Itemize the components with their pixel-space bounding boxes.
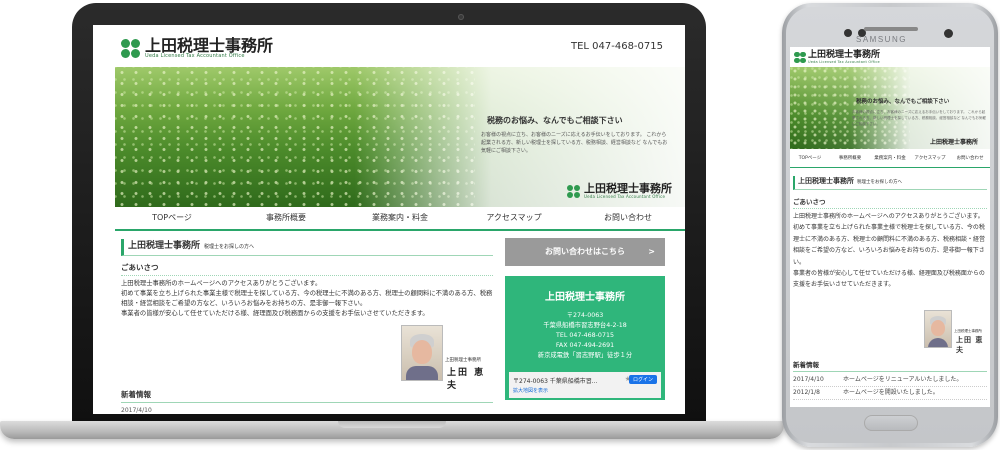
nav-item-top[interactable]: TOPページ bbox=[790, 151, 830, 167]
front-camera-icon bbox=[944, 29, 953, 38]
office-address: 千葉県船橋市習志野台4-2-18 bbox=[543, 322, 627, 329]
greeting-paragraph: 上田税理士事務所のホームページへのアクセスありがとうございます。 bbox=[121, 280, 322, 287]
sensor-icon bbox=[844, 29, 852, 37]
section-title: 上田税理士事務所 税理士をお探しの方へ bbox=[793, 176, 987, 190]
director-signature: 上田税理士事務所 上田 恵夫 bbox=[401, 325, 493, 391]
news-text[interactable]: ホームページを開設いたしました。 bbox=[843, 389, 939, 396]
nav-item-services[interactable]: 業務案内・料金 bbox=[343, 207, 457, 229]
logo-name: 上田税理士事務所 bbox=[145, 36, 274, 55]
clover-logo-icon bbox=[567, 184, 581, 199]
office-postal: 〒274-0063 bbox=[566, 312, 604, 319]
nav-item-office[interactable]: 事務所概要 bbox=[229, 207, 343, 229]
map-login-button[interactable]: ログイン bbox=[628, 375, 657, 384]
phone-nav: TOPページ 事務所概要 業務案内・料金 アクセスマップ お問い合わせ bbox=[790, 151, 990, 168]
phone-brand: SAMSUNG bbox=[856, 35, 907, 44]
director-signature: 上田税理士事務所 上田 恵夫 bbox=[924, 310, 988, 354]
director-photo bbox=[401, 325, 443, 381]
map-address: 〒274-0063 千葉県船橋市習... bbox=[513, 378, 598, 385]
contact-button[interactable]: お問い合わせはこちら > bbox=[505, 238, 665, 266]
office-info-box: 上田税理士事務所 〒274-0063 千葉県船橋市習志野台4-2-18 TEL … bbox=[505, 276, 665, 400]
hero-logo: 上田税理士事務所 Ueda Licensed Tax Accountant Of… bbox=[567, 183, 672, 200]
news-heading: 新着情報 bbox=[121, 389, 493, 403]
greeting-heading: ごあいさつ bbox=[121, 262, 493, 276]
news-text[interactable]: ホームページをリニューアルいたしました。 bbox=[843, 376, 962, 383]
nav-item-access[interactable]: アクセスマップ bbox=[910, 151, 950, 167]
phone-hero: 税務のお悩み、なんでもご相談下さい お客様の視点に立ち、お客様のニーズに応えるお… bbox=[790, 67, 990, 149]
phone-hero-body: お客様の視点に立ち、お客様のニーズに応えるお手伝いをしております。 これから起業… bbox=[852, 110, 986, 126]
news-heading: 新着情報 bbox=[793, 359, 987, 372]
sidebar: お問い合わせはこちら > 上田税理士事務所 〒274-0063 千葉県船橋市習志… bbox=[505, 238, 665, 400]
speaker-slot bbox=[864, 27, 918, 31]
site-logo[interactable]: 上田税理士事務所 Ueda Licensed Tax Accountant Of… bbox=[121, 38, 273, 59]
nav-item-access[interactable]: アクセスマップ bbox=[457, 207, 571, 229]
greeting-paragraph: 初めて事業を立ち上げられた事業主様で税理士を探している方、今の税理士に不満のある… bbox=[121, 290, 493, 307]
signature-role: 上田税理士事務所 bbox=[445, 358, 481, 363]
home-button[interactable] bbox=[864, 415, 918, 431]
main-content: 上田税理士事務所 税理士をお探しの方へ ごあいさつ 上田税理士事務所のホームページ… bbox=[121, 239, 493, 414]
site-header: 上田税理士事務所 Ueda Licensed Tax Accountant Of… bbox=[93, 25, 685, 67]
nav-item-office[interactable]: 事務所概要 bbox=[830, 151, 870, 167]
greeting: ごあいさつ 上田税理士事務所のホームページへのアクセスありがとうございます。 初… bbox=[121, 262, 493, 319]
hero-body: お客様の視点に立ち、お客様のニーズに応えるお手伝いをしております。 これから起業… bbox=[481, 132, 668, 154]
office-station: 新京成電鉄「習志野駅」徒歩１分 bbox=[537, 352, 633, 359]
news-date: 2012/1/8 bbox=[793, 389, 820, 396]
signature-name: 上田 恵夫 bbox=[447, 368, 486, 391]
clover-logo-icon bbox=[794, 51, 806, 64]
map-enlarge-link[interactable]: 拡大地図を表示 bbox=[513, 387, 548, 394]
laptop-screen: 上田税理士事務所 Ueda Licensed Tax Accountant Of… bbox=[93, 25, 685, 414]
nav-item-services[interactable]: 業務案内・料金 bbox=[870, 151, 910, 167]
nav-item-top[interactable]: TOPページ bbox=[115, 207, 229, 229]
laptop-notch bbox=[338, 421, 446, 428]
news-date: 2017/4/10 bbox=[793, 376, 824, 383]
google-map[interactable]: 〒274-0063 千葉県船橋市習... 拡大地図を表示 ★ ログイン bbox=[509, 372, 661, 398]
main-nav: TOPページ 事務所概要 業務案内・料金 アクセスマップ お問い合わせ bbox=[115, 207, 685, 231]
greeting-heading: ごあいさつ bbox=[793, 196, 987, 209]
section-title: 上田税理士事務所 税理士をお探しの方へ bbox=[121, 239, 493, 256]
site-logo[interactable]: 上田税理士事務所 Ueda Licensed Tax Accountant Of… bbox=[794, 51, 880, 64]
news-row-cutoff: 2017/4/10 bbox=[121, 407, 152, 414]
office-tel: TEL 047-468-0715 bbox=[556, 332, 614, 339]
header-tel: TEL 047-468-0715 bbox=[570, 41, 663, 52]
list-item: 2017/4/10 ホームページをリニューアルいたしました。 bbox=[793, 374, 987, 387]
phone-screen: 上田税理士事務所 Ueda Licensed Tax Accountant Of… bbox=[790, 47, 990, 407]
office-name: 上田税理士事務所 bbox=[545, 292, 625, 303]
clover-logo-icon bbox=[121, 38, 141, 59]
greeting-paragraph: 事業者の皆様が安心して任せていただける様、経理面及び税務面からの支援をお手伝いさ… bbox=[793, 270, 985, 289]
office-fax: FAX 047-494-2691 bbox=[555, 342, 615, 349]
nav-item-contact[interactable]: お問い合わせ bbox=[571, 207, 685, 229]
news-list: 2017/4/10 ホームページをリニューアルいたしました。 2012/1/8 ホー… bbox=[793, 374, 987, 400]
section-subtitle: 税理士をお探しの方へ bbox=[204, 244, 255, 250]
list-item: 2012/1/8 ホームページを開設いたしました。 bbox=[793, 387, 987, 400]
nav-item-contact[interactable]: お問い合わせ bbox=[950, 151, 990, 167]
camera-icon bbox=[458, 14, 464, 20]
phone-header: 上田税理士事務所 Ueda Licensed Tax Accountant Of… bbox=[790, 47, 990, 67]
chevron-right-icon: > bbox=[648, 247, 655, 256]
director-photo bbox=[924, 310, 952, 348]
hero-banner: 税務のお悩み、なんでもご相談下さい お客様の視点に立ち、お客様のニーズに応えるお… bbox=[115, 67, 685, 207]
greeting-paragraph: 初めて事業を立ち上げられた事業主様で税理士を探している方、今の税理士に不満のある… bbox=[793, 224, 986, 266]
phone-hero-logo: 上田税理士事務所 bbox=[930, 139, 979, 146]
phone-hero-title: 税務のお悩み、なんでもご相談下さい bbox=[856, 99, 950, 105]
greeting-paragraph: 事業者の皆様が安心して任せていただける様、経理面及び税務面からの支援をお手伝いさ… bbox=[121, 310, 429, 317]
hero-title: 税務のお悩み、なんでもご相談下さい bbox=[487, 116, 623, 125]
greeting-paragraph: 上田税理士事務所のホームページへのアクセスありがとうございます。 bbox=[793, 213, 984, 220]
